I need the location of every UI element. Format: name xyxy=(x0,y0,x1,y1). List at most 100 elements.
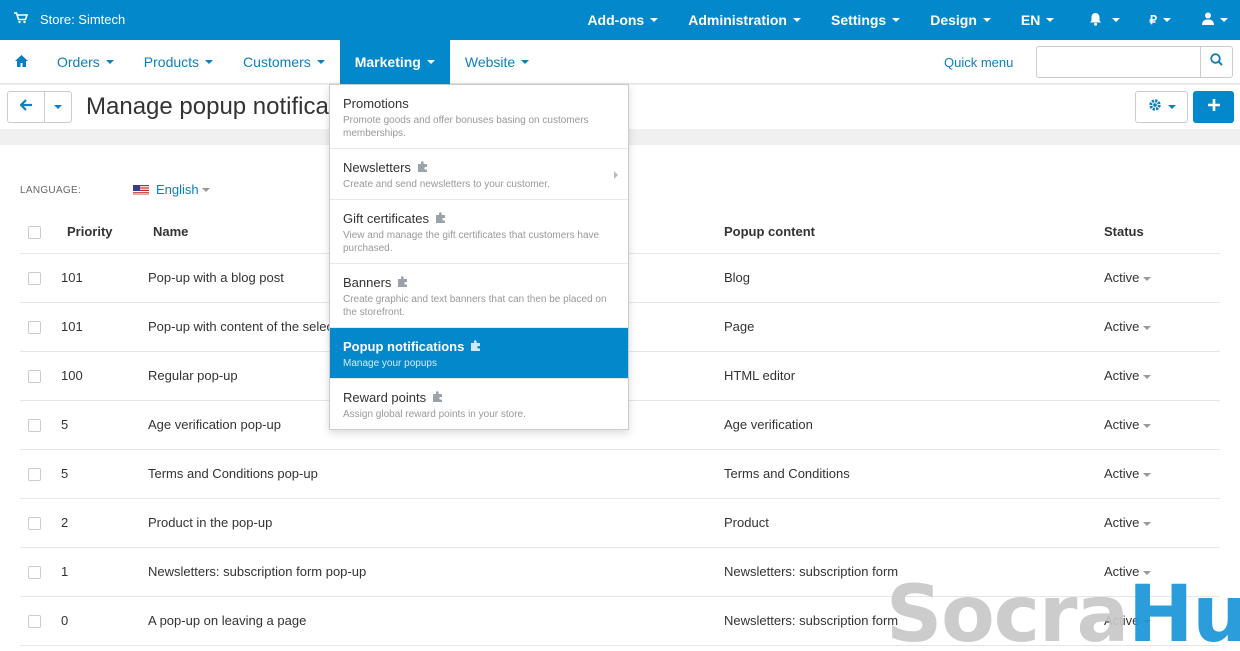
row-select-cell xyxy=(20,400,58,450)
menu-settings[interactable]: Settings xyxy=(816,0,915,40)
priority-cell[interactable]: 100 xyxy=(58,351,148,401)
menu-design-label: Design xyxy=(930,12,977,28)
priority-cell[interactable]: 0 xyxy=(58,596,148,646)
watermark-part-2: Hub xyxy=(1128,570,1240,651)
header-popup-content[interactable]: Popup content xyxy=(724,211,1104,254)
menu-design[interactable]: Design xyxy=(915,0,1006,40)
menu-item-promotions[interactable]: Promotions Promote goods and offer bonus… xyxy=(330,85,628,149)
currency-menu[interactable]: ₽ xyxy=(1134,0,1186,40)
row-checkbox[interactable] xyxy=(28,419,41,433)
user-menu[interactable] xyxy=(1186,0,1240,40)
tab-marketing-label: Marketing xyxy=(354,54,421,70)
row-checkbox[interactable] xyxy=(28,517,41,531)
menu-item-popup-notifications[interactable]: Popup notifications Manage your popups xyxy=(330,328,628,379)
priority-cell[interactable]: 101 xyxy=(58,253,148,303)
row-select-cell xyxy=(20,351,58,401)
tab-products[interactable]: Products xyxy=(129,40,228,84)
search-box xyxy=(1036,46,1233,78)
settings-dropdown-button[interactable] xyxy=(1135,91,1188,123)
popup-content-cell: Age verification xyxy=(724,400,1104,450)
menu-item-description: Create graphic and text banners that can… xyxy=(343,294,607,318)
status-dropdown[interactable]: Active xyxy=(1104,351,1220,401)
chevron-down-icon xyxy=(1167,105,1176,109)
priority-cell[interactable]: 5 xyxy=(58,400,148,450)
add-popup-button[interactable] xyxy=(1193,91,1234,123)
chevron-down-icon xyxy=(105,60,114,64)
menu-item-description: View and manage the gift certificates th… xyxy=(343,230,600,254)
back-history-dropdown[interactable] xyxy=(45,92,71,122)
language-selector[interactable]: English xyxy=(133,182,210,197)
header-priority[interactable]: Priority xyxy=(58,211,148,254)
plus-icon xyxy=(1207,98,1220,116)
chevron-right-icon xyxy=(614,171,618,179)
chevron-down-icon xyxy=(892,18,901,22)
menu-item-newsletters[interactable]: Newsletters Create and send newsletters … xyxy=(330,149,628,200)
search-input[interactable] xyxy=(1037,47,1201,77)
row-select-cell xyxy=(20,449,58,499)
row-checkbox[interactable] xyxy=(28,468,41,482)
tab-marketing[interactable]: Marketing xyxy=(339,40,450,84)
popup-name-link[interactable]: Terms and Conditions pop-up xyxy=(148,449,724,499)
priority-cell[interactable]: 1 xyxy=(58,547,148,597)
tab-website[interactable]: Website xyxy=(450,40,544,84)
row-checkbox[interactable] xyxy=(28,272,41,286)
status-dropdown[interactable]: Active xyxy=(1104,302,1220,352)
back-button[interactable] xyxy=(8,92,46,122)
popup-name-link[interactable]: Newsletters: subscription form pop-up xyxy=(148,547,724,597)
row-select-cell xyxy=(20,253,58,303)
status-dropdown[interactable]: Active xyxy=(1104,498,1220,548)
row-checkbox[interactable] xyxy=(28,566,41,580)
menu-item-title: Banners xyxy=(343,275,392,290)
menu-administration-label: Administration xyxy=(688,12,787,28)
tab-orders-label: Orders xyxy=(57,54,100,70)
chevron-down-icon xyxy=(1143,325,1152,330)
header-status[interactable]: Status xyxy=(1104,211,1220,254)
menu-item-reward-points[interactable]: Reward points Assign global reward point… xyxy=(330,379,628,429)
priority-cell[interactable]: 5 xyxy=(58,449,148,499)
quick-menu-link[interactable]: Quick menu xyxy=(944,55,1013,70)
menu-item-banners[interactable]: Banners Create graphic and text banners … xyxy=(330,264,628,328)
popup-content-cell: Page xyxy=(724,302,1104,352)
notifications-menu[interactable] xyxy=(1069,0,1134,40)
user-icon xyxy=(1202,12,1214,28)
select-all-checkbox[interactable] xyxy=(28,226,41,240)
home-link[interactable] xyxy=(0,40,42,84)
chevron-down-icon xyxy=(1143,521,1152,526)
row-select-cell xyxy=(20,596,58,646)
tab-customers[interactable]: Customers xyxy=(228,40,340,84)
menu-item-description: Create and send newsletters to your cust… xyxy=(343,179,550,190)
watermark-part-1: Socra xyxy=(886,570,1129,651)
menu-item-title: Popup notifications xyxy=(343,339,465,354)
row-checkbox[interactable] xyxy=(28,321,41,335)
chevron-down-icon xyxy=(205,60,214,64)
menu-item-title: Newsletters xyxy=(343,160,411,175)
priority-cell[interactable]: 2 xyxy=(58,498,148,548)
row-checkbox[interactable] xyxy=(28,370,41,384)
menu-item-description: Manage your popups xyxy=(343,358,437,369)
popup-name-link[interactable]: Product in the pop-up xyxy=(148,498,724,548)
chevron-down-icon xyxy=(1163,18,1171,22)
status-label: Active xyxy=(1104,417,1140,432)
chevron-down-icon xyxy=(521,60,530,64)
watermark-logo: SocraHub xyxy=(886,576,1240,651)
status-dropdown[interactable]: Active xyxy=(1104,253,1220,303)
menu-item-gift-certificates[interactable]: Gift certificates View and manage the gi… xyxy=(330,200,628,264)
menu-item-title: Gift certificates xyxy=(343,211,429,226)
priority-cell[interactable]: 101 xyxy=(58,302,148,352)
popup-name-link[interactable]: A pop-up on leaving a page xyxy=(148,596,724,646)
menu-item-description: Assign global reward points in your stor… xyxy=(343,409,526,420)
tab-orders[interactable]: Orders xyxy=(42,40,129,84)
menu-administration[interactable]: Administration xyxy=(673,0,816,40)
status-dropdown[interactable]: Active xyxy=(1104,449,1220,499)
select-all-cell xyxy=(20,211,58,254)
store-switcher[interactable]: Store: Simtech xyxy=(14,12,125,27)
search-button[interactable] xyxy=(1200,47,1232,77)
menu-settings-label: Settings xyxy=(830,12,887,28)
menu-addons[interactable]: Add-ons xyxy=(572,0,673,40)
menu-language[interactable]: EN xyxy=(1006,0,1069,40)
status-dropdown[interactable]: Active xyxy=(1104,400,1220,450)
popup-content-cell: HTML editor xyxy=(724,351,1104,401)
row-checkbox[interactable] xyxy=(28,615,41,629)
arrow-left-icon xyxy=(19,98,33,116)
chevron-down-icon xyxy=(1143,276,1152,281)
